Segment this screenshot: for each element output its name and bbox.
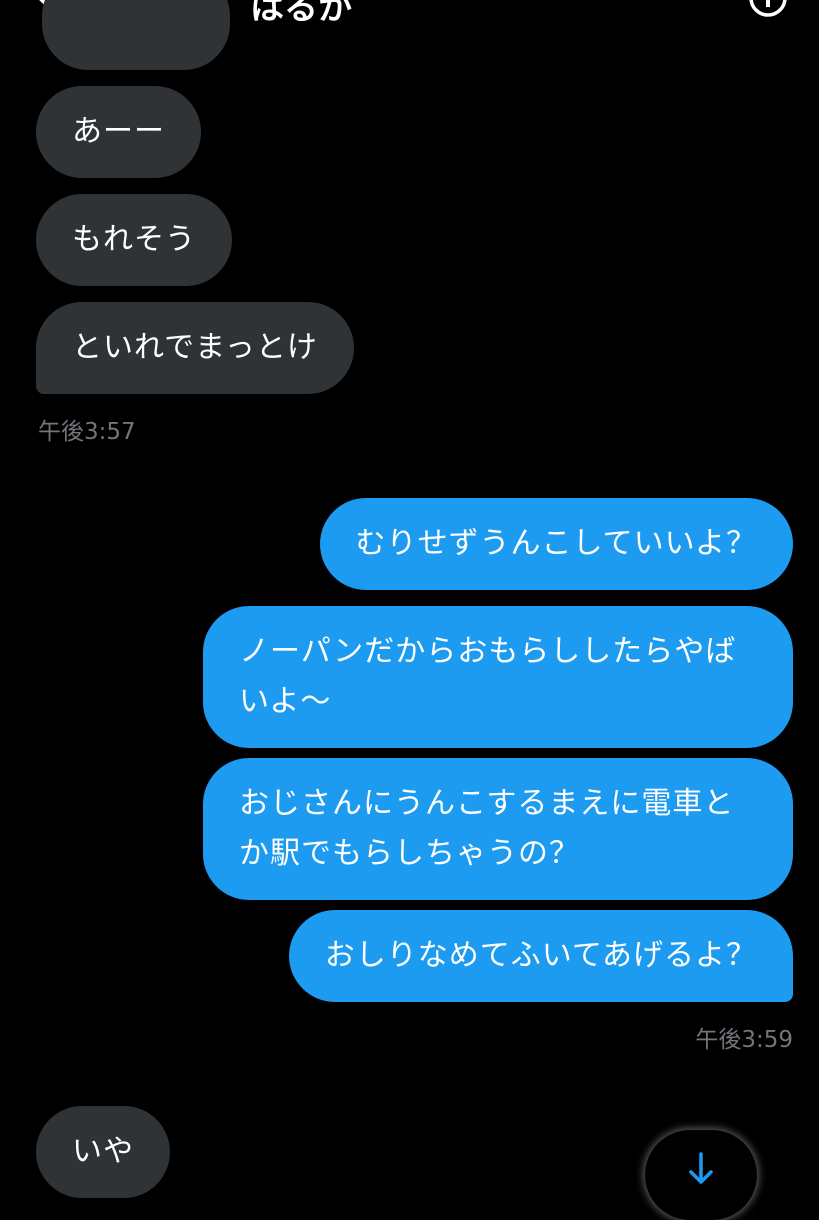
message-text-line: か駅でもらしちゃうの？ [239,836,580,871]
scroll-to-bottom-button[interactable] [645,1130,757,1220]
message-timestamp: 午後3:59 [695,1027,793,1053]
message-text-line: おじさんにうんこするまえに電車と [239,786,735,821]
contact-name[interactable]: はるか [250,0,352,29]
message-text: もれそう [72,222,196,257]
message-sent: ノーパンだからおもらししたらやば いよ〜 [203,606,793,748]
message-text-line: いよ〜 [239,684,332,719]
arrow-down-icon [689,1152,713,1184]
message-sent: おじさんにうんこするまえに電車と か駅でもらしちゃうの？ [203,758,793,900]
message-text: といれでまっとけ [72,330,318,365]
message-received: といれでまっとけ [36,302,354,394]
message-timestamp: 午後3:57 [38,419,136,445]
message-received: もれそう [36,194,232,286]
message-text-line: ノーパンだからおもらししたらやば [239,634,737,669]
message-sent: おしりなめてふいてあげるよ？ [288,910,793,1002]
message-text: いや [72,1134,134,1169]
message-received: いや [36,1106,170,1198]
message-received: あーー [36,86,201,178]
message-text: むりせずうんこしていいよ？ [355,526,757,561]
message-received-partial [42,0,230,70]
message-text: おしりなめてふいてあげるよ？ [324,938,757,973]
message-sent: むりせずうんこしていいよ？ [319,498,793,590]
message-text: あーー [72,114,165,149]
info-icon[interactable] [748,0,788,18]
